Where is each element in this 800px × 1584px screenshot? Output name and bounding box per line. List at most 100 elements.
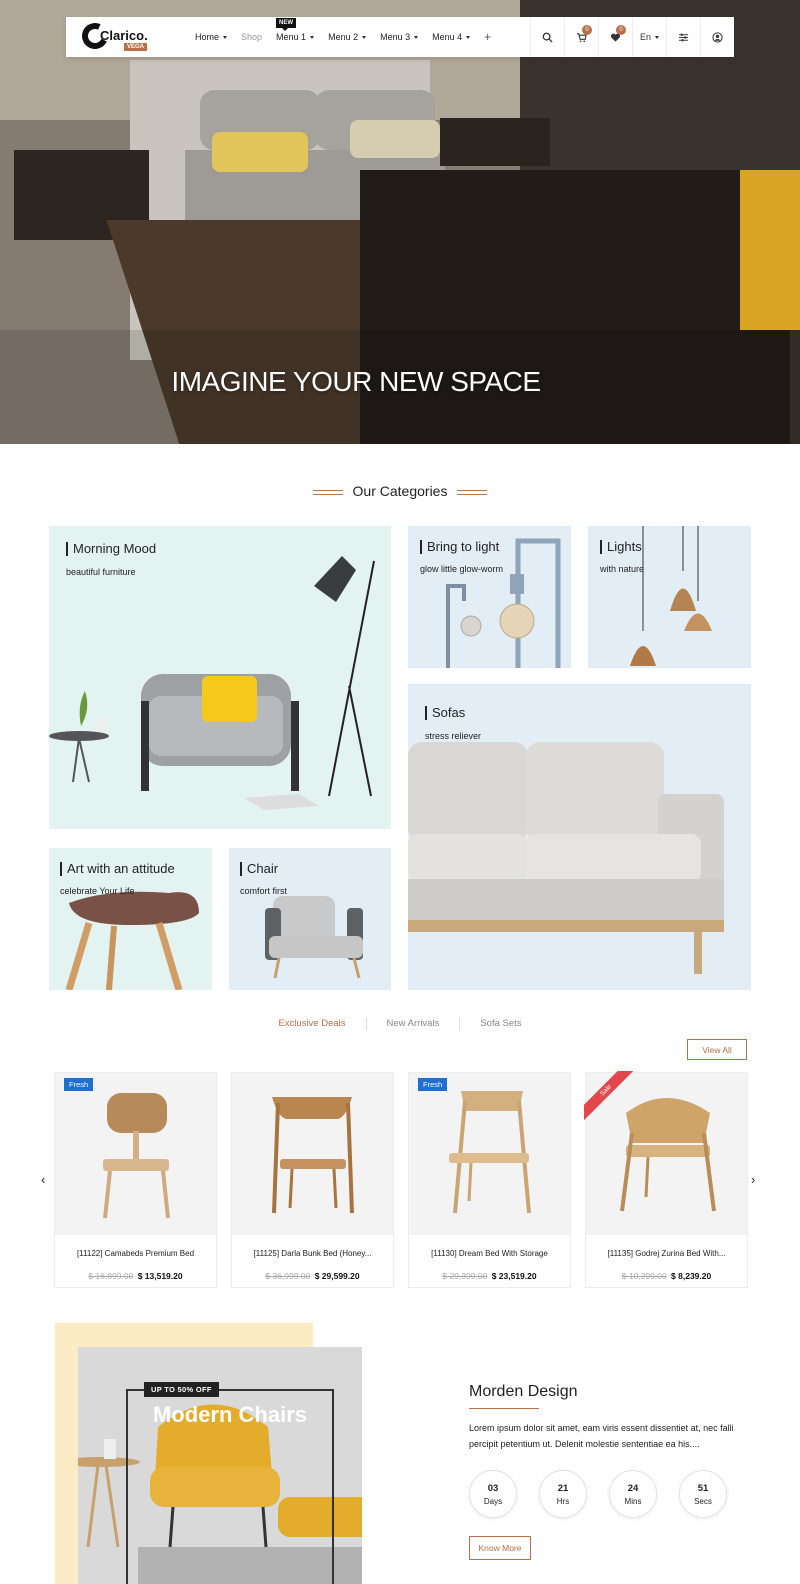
product-tabs: Exclusive Deals New Arrivals Sofa Sets xyxy=(0,1018,800,1030)
category-sub: celebrate Your Life xyxy=(60,886,135,896)
product-card[interactable]: Fresh [11122] Camabeds Premium Bed $ 16,… xyxy=(54,1072,217,1288)
category-sub: glow little glow-worm xyxy=(420,564,504,574)
categories-title: Our Categories xyxy=(0,483,800,499)
chevron-down-icon xyxy=(414,35,419,39)
chevron-down-icon xyxy=(310,35,315,39)
nav-menu-1-label: Menu 1 xyxy=(276,32,307,42)
search-icon xyxy=(542,32,553,43)
sale-badge: Sale xyxy=(584,1071,639,1123)
sofa-image xyxy=(408,742,724,974)
wishlist-button[interactable]: 0 xyxy=(598,17,632,57)
old-price: $ 29,399.00 xyxy=(442,1271,488,1281)
category-art-with-attitude[interactable]: Art with an attitude celebrate Your Life xyxy=(49,848,212,990)
language-select[interactable]: En xyxy=(632,17,666,57)
product-image[interactable]: Fresh xyxy=(55,1073,216,1235)
title-decoration xyxy=(312,489,343,495)
title-decoration xyxy=(457,489,488,495)
chevron-down-icon xyxy=(466,35,471,39)
promo-tag: UP TO 50% OFF xyxy=(144,1382,219,1397)
nav-menu-3[interactable]: Menu 3 xyxy=(380,32,419,42)
product-name[interactable]: [11125] Darla Bunk Bed (Honey... xyxy=(232,1249,393,1258)
product-price: $ 10,299.00 $ 8,239.20 xyxy=(586,1271,747,1281)
product-name[interactable]: [11130] Dream Bed With Storage xyxy=(409,1249,570,1258)
account-button[interactable] xyxy=(700,17,734,57)
wooden-chair-image xyxy=(449,1091,531,1214)
countdown-value: 24 xyxy=(627,1482,639,1494)
language-label: En xyxy=(639,32,651,42)
filter-settings-button[interactable] xyxy=(666,17,700,57)
category-sub: comfort first xyxy=(240,886,288,896)
product-price: $ 29,399.00 $ 23,519.20 xyxy=(409,1271,570,1281)
nav-more-plus-icon[interactable]: + xyxy=(484,30,491,44)
tab-exclusive-deals[interactable]: Exclusive Deals xyxy=(258,1018,367,1030)
category-sofas[interactable]: Sofas stress reliever xyxy=(408,684,751,990)
category-name: Art with an attitude xyxy=(60,862,175,876)
nav-shop[interactable]: Shop xyxy=(241,32,262,42)
category-sub: with nature xyxy=(600,564,645,574)
design-title: Morden Design xyxy=(469,1383,578,1400)
nav-home-label: Home xyxy=(195,32,220,42)
main-nav: Home Shop NEW Menu 1 Menu 2 Menu 3 Menu … xyxy=(195,17,505,57)
category-name: Morning Mood xyxy=(66,542,156,556)
product-image[interactable] xyxy=(232,1073,393,1235)
product-image[interactable]: Sale xyxy=(584,1071,747,1235)
category-morning-mood[interactable]: Morning Mood beautiful furniture xyxy=(49,526,391,829)
product-name[interactable]: [11122] Camabeds Premium Bed xyxy=(55,1249,216,1258)
nav-home[interactable]: Home xyxy=(195,32,228,42)
product-price: $ 36,999.00 $ 29,599.20 xyxy=(232,1271,393,1281)
category-bring-to-light[interactable]: Bring to light glow little glow-worm xyxy=(408,526,571,668)
site-header: Clarico. VEGA Home Shop NEW Menu 1 Menu … xyxy=(66,17,734,57)
category-name: Chair xyxy=(240,862,278,876)
search-button[interactable] xyxy=(530,17,564,57)
nav-menu-3-label: Menu 3 xyxy=(380,32,411,42)
category-name: Bring to light xyxy=(420,540,499,554)
nav-shop-label: Shop xyxy=(241,32,263,42)
old-price: $ 16,899.00 xyxy=(88,1271,134,1281)
chevron-down-icon xyxy=(362,35,367,39)
wooden-chair-image xyxy=(103,1093,170,1219)
category-sub: stress reliever xyxy=(425,731,482,741)
nav-menu-1[interactable]: NEW Menu 1 xyxy=(276,18,315,42)
nav-menu-4[interactable]: Menu 4 xyxy=(432,32,471,42)
design-description: Lorem ipsum dolor sit amet, eam viris es… xyxy=(469,1423,734,1449)
cart-count: 0 xyxy=(582,25,592,35)
product-name[interactable]: [11135] Godrej Zurina Bed With... xyxy=(586,1249,747,1258)
category-chair[interactable]: Chair comfort first xyxy=(229,848,391,990)
countdown-value: 03 xyxy=(487,1482,499,1494)
product-card[interactable]: [11125] Darla Bunk Bed (Honey... $ 36,99… xyxy=(231,1072,394,1288)
tab-new-arrivals[interactable]: New Arrivals xyxy=(367,1018,461,1030)
view-all-button[interactable]: View All xyxy=(687,1039,747,1060)
site-logo[interactable]: Clarico. VEGA xyxy=(78,19,152,53)
sale-ribbon: Sale xyxy=(584,1071,640,1127)
tab-sofa-sets[interactable]: Sofa Sets xyxy=(460,1018,541,1030)
countdown-label: Days xyxy=(483,1496,503,1506)
carousel-prev-icon[interactable]: ‹ xyxy=(41,1172,45,1187)
category-lights[interactable]: Lights with nature xyxy=(588,526,751,668)
countdown-days: 03 Days xyxy=(469,1470,517,1518)
old-price: $ 36,999.00 xyxy=(265,1271,311,1281)
sale-price: $ 23,519.20 xyxy=(491,1271,537,1281)
cart-button[interactable]: 0 xyxy=(564,17,598,57)
carousel-next-icon[interactable]: › xyxy=(751,1172,755,1187)
fresh-badge: Fresh xyxy=(64,1078,94,1091)
product-image[interactable]: Fresh xyxy=(409,1073,570,1235)
product-card[interactable]: Sale [11135] Godrej Zurina Bed With... $… xyxy=(584,1071,748,1288)
countdown-value: 21 xyxy=(557,1482,569,1494)
wishlist-count: 0 xyxy=(616,25,626,35)
logo-text: Clarico. xyxy=(100,28,148,43)
promo-title: Modern Chairs xyxy=(152,1402,308,1427)
product-price: $ 16,899.00 $ 13,519.20 xyxy=(55,1271,216,1281)
know-more-button[interactable]: Know More xyxy=(469,1536,531,1560)
hero-banner: IMAGINE YOUR NEW SPACE xyxy=(0,0,800,444)
chevron-down-icon xyxy=(223,35,228,39)
nav-menu-2-label: Menu 2 xyxy=(328,32,359,42)
countdown-label: Secs xyxy=(694,1496,712,1506)
product-card[interactable]: Fresh [11130] Dream Bed With Storage $ 2… xyxy=(408,1072,571,1288)
countdown-minutes: 24 Mins xyxy=(609,1470,657,1518)
nav-menu-2[interactable]: Menu 2 xyxy=(328,32,367,42)
sale-price: $ 8,239.20 xyxy=(671,1271,712,1281)
sale-price: $ 13,519.20 xyxy=(137,1271,183,1281)
wooden-chair-image xyxy=(272,1097,354,1214)
header-tools: 0 0 En xyxy=(530,17,734,57)
fresh-badge: Fresh xyxy=(418,1078,448,1091)
